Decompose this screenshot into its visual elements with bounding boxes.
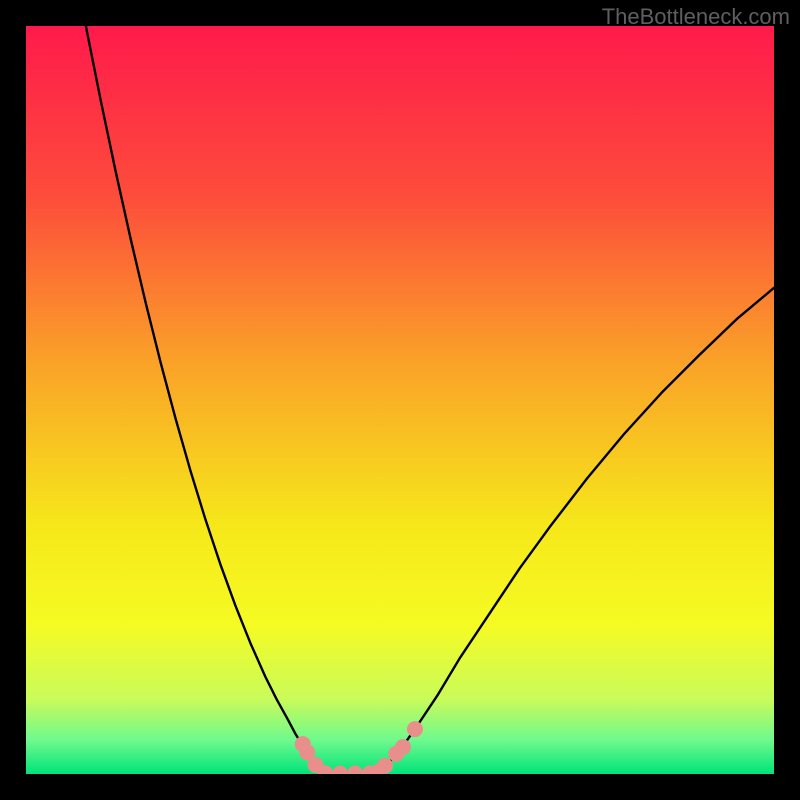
chart-container: TheBottleneck.com (0, 0, 800, 800)
plot-area (26, 26, 774, 774)
gradient-background (26, 26, 774, 774)
watermark-label: TheBottleneck.com (602, 4, 790, 30)
